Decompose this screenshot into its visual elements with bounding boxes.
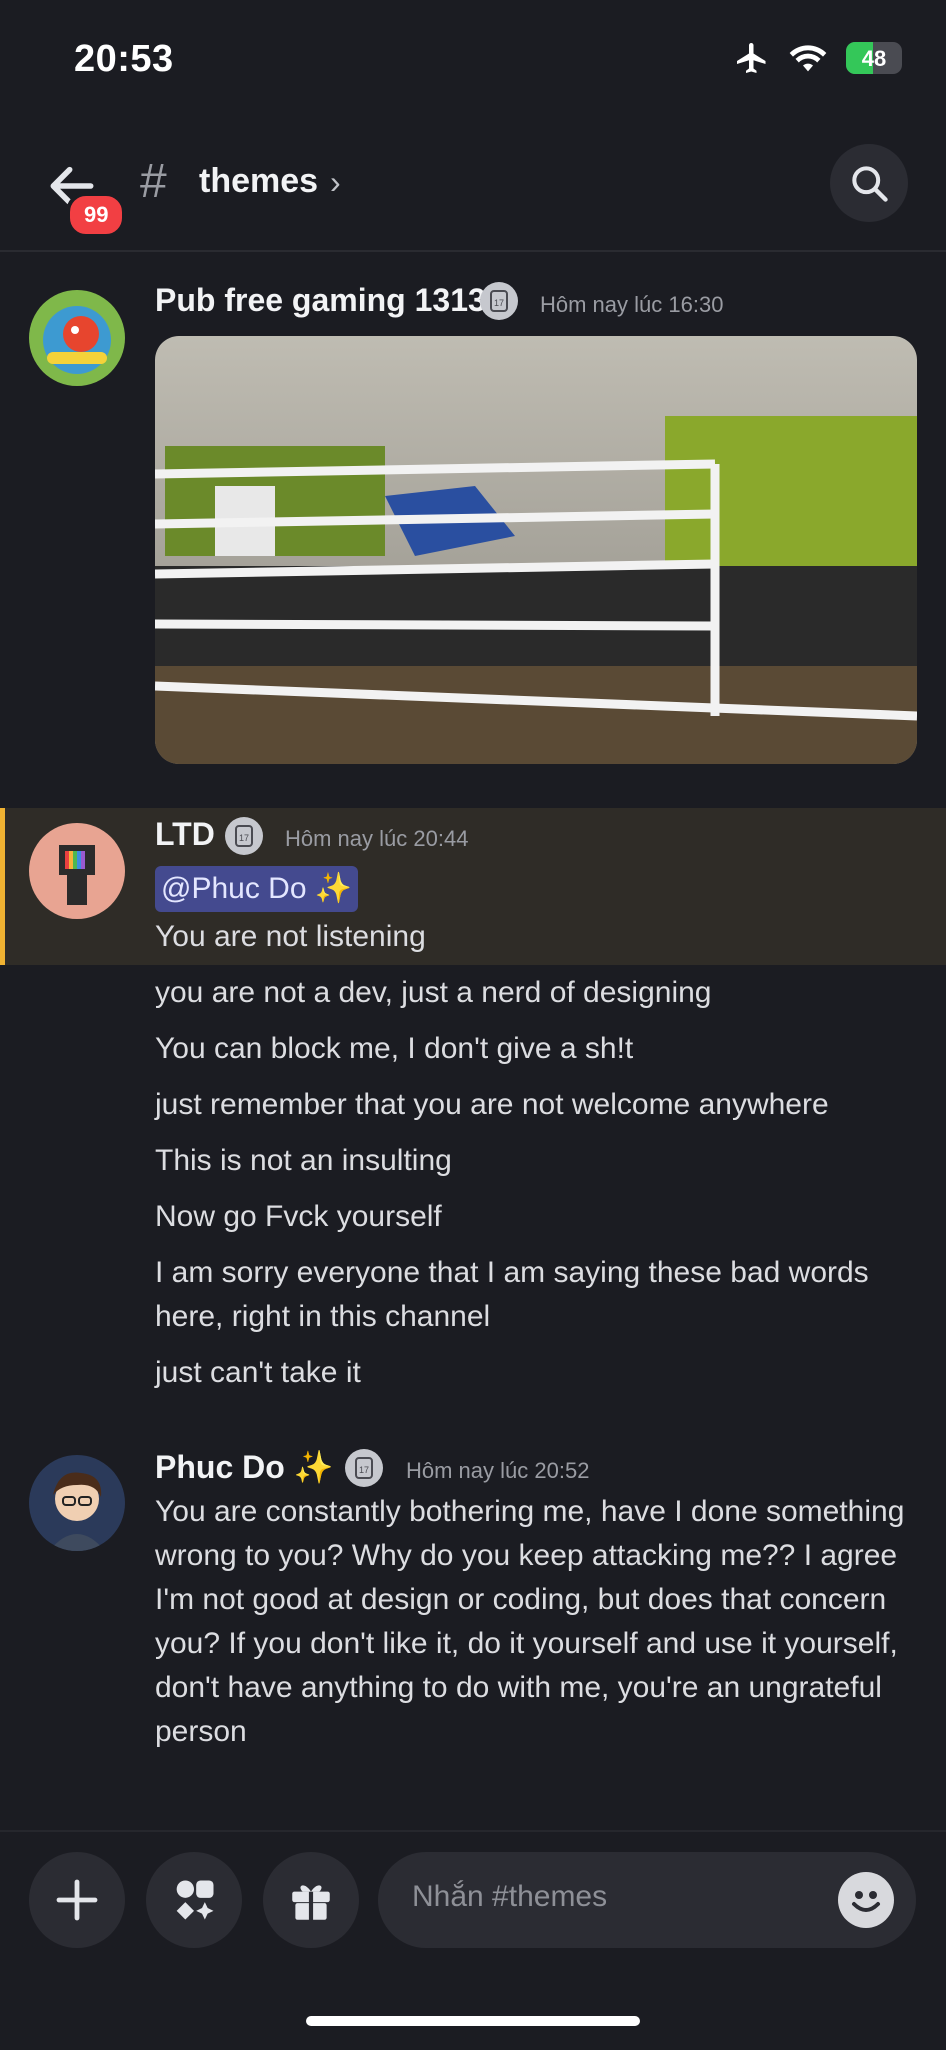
- gift-icon: [292, 1885, 330, 1921]
- unread-badge: 99: [66, 192, 127, 238]
- message-line: I am sorry everyone that I am saying the…: [155, 1256, 869, 1333]
- message-line: just can't take it: [155, 1356, 361, 1389]
- emoji-icon: [852, 1891, 880, 1912]
- message-timestamp: Hôm nay lúc 20:52: [406, 1458, 590, 1483]
- search-icon: [852, 166, 888, 202]
- clock-badge-icon: 17: [480, 282, 518, 320]
- chevron-right-icon[interactable]: ›: [330, 164, 341, 201]
- airplane-icon: [737, 43, 766, 73]
- message-text: You are constantly bothering me, have I …: [155, 1495, 905, 1748]
- battery-percent: 48: [861, 46, 887, 71]
- user-mention[interactable]: @Phuc Do ✨: [155, 866, 359, 912]
- status-bar: 20:53 48: [0, 0, 946, 120]
- message-line: You can block me, I don't give a sh!t: [155, 1032, 634, 1065]
- message-timestamp: Hôm nay lúc 20:44: [285, 826, 469, 851]
- avatar[interactable]: [29, 290, 125, 386]
- emoji-button[interactable]: [838, 1872, 894, 1928]
- status-time: 20:53: [74, 38, 174, 80]
- message-line: You are not listening: [155, 920, 426, 953]
- svg-text:17: 17: [239, 833, 249, 843]
- message-timestamp: Hôm nay lúc 16:30: [540, 292, 724, 317]
- svg-text:17: 17: [494, 298, 504, 308]
- message-line: just remember that you are not welcome a…: [155, 1088, 829, 1121]
- message-input-placeholder: Nhắn #themes: [412, 1880, 608, 1913]
- message-username[interactable]: Phuc Do ✨: [155, 1448, 334, 1486]
- wifi-icon: [789, 45, 827, 72]
- message-username[interactable]: LTD: [155, 816, 215, 853]
- message-line: This is not an insulting: [155, 1144, 452, 1177]
- clock-badge-icon: 17: [345, 1449, 383, 1487]
- channel-title[interactable]: themes: [199, 162, 318, 201]
- mention-highlight-bar: [0, 808, 5, 965]
- channel-header: 99 # themes ›: [0, 140, 946, 252]
- avatar[interactable]: [29, 823, 125, 919]
- gift-button[interactable]: [263, 1852, 359, 1948]
- svg-text:17: 17: [359, 1465, 369, 1475]
- add-attachment-button[interactable]: [29, 1852, 125, 1948]
- message-username[interactable]: Pub free gaming 1313: [155, 282, 486, 319]
- apps-button[interactable]: [146, 1852, 242, 1948]
- home-indicator[interactable]: [306, 2016, 640, 2026]
- apps-icon: [176, 1880, 214, 1920]
- message-line: you are not a dev, just a nerd of design…: [155, 976, 712, 1009]
- avatar[interactable]: [29, 1455, 125, 1551]
- battery-indicator: 48: [846, 42, 902, 74]
- message-input[interactable]: Nhắn #themes: [378, 1852, 916, 1948]
- message-image[interactable]: [155, 336, 917, 764]
- search-button[interactable]: [830, 144, 908, 222]
- plus-icon: [56, 1879, 98, 1921]
- clock-badge-icon: 17: [225, 817, 263, 855]
- hash-icon: #: [140, 155, 167, 208]
- status-icons: 48: [734, 40, 902, 76]
- message-line: Now go Fvck yourself: [155, 1200, 442, 1233]
